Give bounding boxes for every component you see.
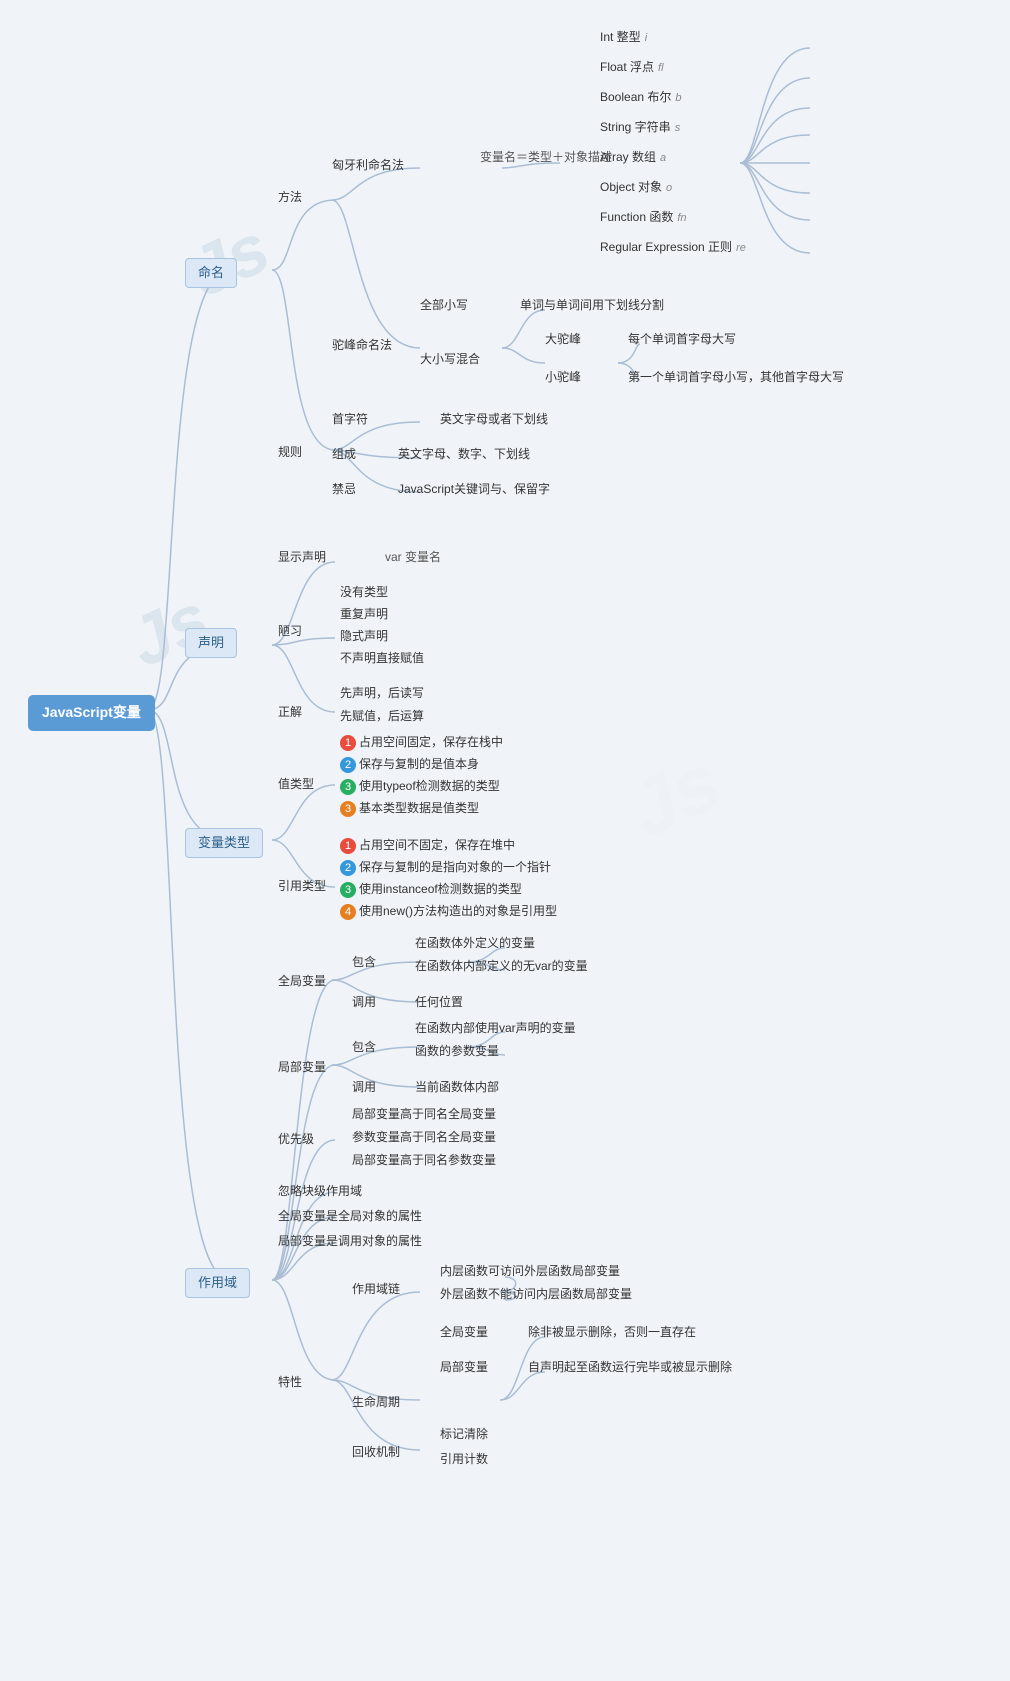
node-lv-call: 调用 <box>352 1078 376 1095</box>
node-hungarian: 匈牙利命名法 <box>332 156 404 173</box>
node-declaration: 声明 <box>185 628 237 658</box>
node-rt2: 2保存与复制的是指向对象的一个指针 <box>340 858 551 876</box>
node-lifecycle: 生命周期 <box>352 1393 400 1410</box>
node-firstchar: 首字符 <box>332 410 368 427</box>
node-globalvar: 全局变量 <box>278 972 326 989</box>
node-vt4: 3基本类型数据是值类型 <box>340 799 479 817</box>
node-lowercase: 全部小写 <box>420 296 468 313</box>
node-gc2: 引用计数 <box>440 1450 488 1467</box>
node-firstchar-desc: 英文字母或者下划线 <box>440 410 548 427</box>
type-string: String 字符串s <box>600 118 680 135</box>
node-gv-call: 调用 <box>352 993 376 1010</box>
node-smallcamel-desc: 第一个单词首字母小写，其他首字母大写 <box>628 368 844 385</box>
node-localvar: 局部变量 <box>278 1058 326 1075</box>
node-forbidden: 禁忌 <box>332 480 356 497</box>
node-rules: 规则 <box>278 443 302 460</box>
node-pri3: 局部变量高于同名参数变量 <box>352 1151 496 1168</box>
node-rt1: 1占用空间不固定，保存在堆中 <box>340 836 515 854</box>
node-correct1: 先声明，后读写 <box>340 684 424 701</box>
node-vt1: 1占用空间固定，保存在栈中 <box>340 733 503 751</box>
node-sc2: 外层函数不能访问内层函数局部变量 <box>440 1285 632 1302</box>
node-lv-contains: 包含 <box>352 1038 376 1055</box>
type-boolean: Boolean 布尔b <box>600 88 682 105</box>
node-pri1: 局部变量高于同名全局变量 <box>352 1105 496 1122</box>
node-priority: 优先级 <box>278 1130 314 1147</box>
node-gc: 回收机制 <box>352 1443 400 1460</box>
node-vartype: 变量类型 <box>185 828 263 858</box>
node-valuetype: 值类型 <box>278 775 314 792</box>
node-compose: 组成 <box>332 445 356 462</box>
node-lv-c1: 在函数内部使用var声明的变量 <box>415 1019 576 1036</box>
watermark-3: Js <box>615 736 735 857</box>
node-naming: 命名 <box>185 258 237 288</box>
node-characteristic: 特性 <box>278 1373 302 1390</box>
type-function: Function 函数fn <box>600 208 687 225</box>
node-lc-global: 全局变量 <box>440 1323 488 1340</box>
node-explicit: 显示声明 <box>278 548 326 565</box>
node-global-prop: 全局变量是全局对象的属性 <box>278 1207 422 1224</box>
node-bad1: 没有类型 <box>340 583 388 600</box>
node-lv-call-desc: 当前函数体内部 <box>415 1078 499 1095</box>
node-correct: 正解 <box>278 703 302 720</box>
node-rt4: 4使用new()方法构造出的对象是引用型 <box>340 902 557 920</box>
node-compose-desc: 英文字母、数字、下划线 <box>398 445 530 462</box>
node-explicit-desc: var 变量名 <box>385 548 441 565</box>
node-hungarian-desc: 变量名＝类型＋对象描述 <box>480 148 612 165</box>
node-gv-contains: 包含 <box>352 953 376 970</box>
node-smallcamel: 小驼峰 <box>545 368 581 385</box>
node-bad4: 不声明直接赋值 <box>340 649 424 666</box>
node-lowercase-desc: 单词与单词间用下划线分割 <box>520 296 664 313</box>
mindmap-container: Js Js Js <box>0 0 1010 1681</box>
node-forbidden-desc: JavaScript关键词与、保留字 <box>398 480 550 497</box>
node-mixedcase: 大小写混合 <box>420 350 480 367</box>
node-gv-c1: 在函数体外定义的变量 <box>415 934 535 951</box>
type-array: Array 数组a <box>600 148 666 165</box>
node-sc1: 内层函数可访问外层函数局部变量 <box>440 1262 620 1279</box>
node-scopechain: 作用域链 <box>352 1280 400 1297</box>
node-correct2: 先赋值，后运算 <box>340 707 424 724</box>
node-camel: 驼峰命名法 <box>332 336 392 353</box>
node-lc-global-desc: 除非被显示删除，否则一直存在 <box>528 1323 696 1340</box>
type-regexp: Regular Expression 正则re <box>600 238 746 255</box>
node-scope: 作用域 <box>185 1268 250 1298</box>
node-bigcamel-desc: 每个单词首字母大写 <box>628 330 736 347</box>
node-vt3: 3使用typeof检测数据的类型 <box>340 777 500 795</box>
type-float: Float 浮点fl <box>600 58 664 75</box>
type-object: Object 对象o <box>600 178 672 195</box>
node-local-prop: 局部变量是调用对象的属性 <box>278 1232 422 1249</box>
node-bad-habits: 陋习 <box>278 622 302 639</box>
node-method: 方法 <box>278 188 302 205</box>
node-vt2: 2保存与复制的是值本身 <box>340 755 479 773</box>
node-reftype: 引用类型 <box>278 877 326 894</box>
root-node: JavaScript变量 <box>28 695 155 731</box>
node-lv-c2: 函数的参数变量 <box>415 1042 499 1059</box>
node-lc-local: 局部变量 <box>440 1358 488 1375</box>
node-pri2: 参数变量高于同名全局变量 <box>352 1128 496 1145</box>
node-rt3: 3使用instanceof检测数据的类型 <box>340 880 522 898</box>
node-bad3: 隐式声明 <box>340 627 388 644</box>
node-gv-c2: 在函数体内部定义的无var的变量 <box>415 957 588 974</box>
node-ignore-block: 忽略块级作用域 <box>278 1182 362 1199</box>
node-bigcamel: 大驼峰 <box>545 330 581 347</box>
node-lc-local-desc: 自声明起至函数运行完毕或被显示删除 <box>528 1358 732 1375</box>
type-int: Int 整型i <box>600 28 647 45</box>
node-gv-call-desc: 任何位置 <box>415 993 463 1010</box>
node-gc1: 标记清除 <box>440 1425 488 1442</box>
node-bad2: 重复声明 <box>340 605 388 622</box>
